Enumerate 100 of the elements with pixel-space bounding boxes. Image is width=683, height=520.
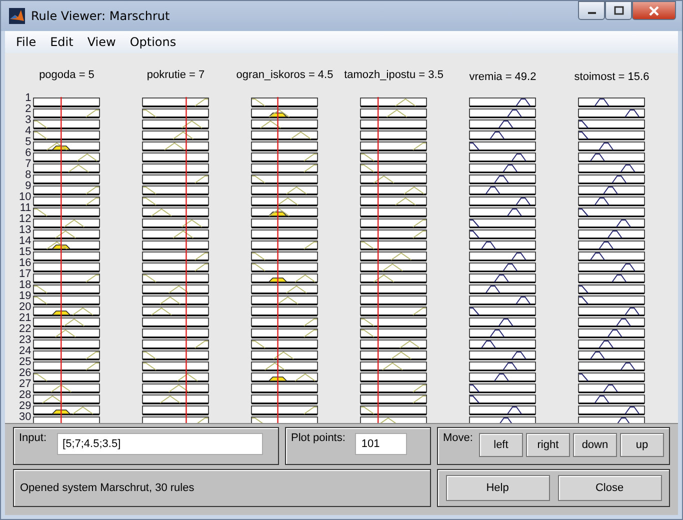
menu-item[interactable]: View bbox=[80, 33, 123, 51]
membership-plot bbox=[142, 208, 210, 218]
input-field[interactable]: [5;7;4.5;3.5] bbox=[56, 433, 263, 455]
membership-plot bbox=[469, 98, 536, 108]
membership-plot bbox=[251, 109, 318, 119]
membership-plot bbox=[578, 362, 646, 372]
rule-number: 16 bbox=[19, 258, 32, 269]
membership-plot bbox=[142, 120, 210, 130]
input-label: Input: bbox=[19, 432, 47, 444]
membership-plot bbox=[251, 230, 318, 240]
menu-item[interactable]: Edit bbox=[43, 33, 80, 51]
membership-plot bbox=[33, 373, 100, 383]
variable-label: ogran_iskoros = 4.5 bbox=[236, 69, 334, 82]
membership-plot bbox=[578, 252, 646, 262]
close-button[interactable] bbox=[632, 1, 676, 20]
rule-number: 20 bbox=[19, 302, 32, 313]
move-button[interactable]: right bbox=[526, 433, 570, 457]
rule-number: 15 bbox=[19, 247, 32, 258]
membership-plot bbox=[469, 109, 536, 118]
membership-plot bbox=[360, 351, 428, 361]
membership-plot bbox=[360, 219, 428, 229]
membership-plot bbox=[360, 329, 428, 339]
membership-plot bbox=[251, 164, 318, 174]
variable-label: vremia = 49.2 bbox=[469, 71, 536, 84]
membership-plot bbox=[142, 252, 210, 262]
membership-plot bbox=[578, 395, 646, 404]
rule-number: 26 bbox=[19, 368, 32, 379]
plot-points-label: Plot points: bbox=[291, 432, 346, 444]
membership-plot bbox=[251, 153, 318, 163]
membership-plot bbox=[578, 318, 646, 328]
membership-plot bbox=[142, 362, 210, 372]
rule-number: 6 bbox=[25, 148, 32, 159]
dialog-button[interactable]: Close bbox=[558, 475, 662, 501]
membership-plot bbox=[578, 131, 646, 140]
membership-plot bbox=[33, 384, 100, 394]
membership-plot bbox=[578, 307, 646, 316]
membership-plot bbox=[33, 263, 100, 273]
menu-item[interactable]: Options bbox=[122, 33, 184, 51]
move-button[interactable]: down bbox=[572, 433, 617, 457]
membership-plot bbox=[360, 98, 428, 108]
plot-points-field[interactable]: 101 bbox=[355, 433, 408, 455]
rule-number: 14 bbox=[19, 236, 32, 247]
membership-plot bbox=[33, 296, 100, 306]
membership-plot bbox=[469, 142, 536, 152]
membership-plot bbox=[469, 318, 536, 328]
menu-item[interactable]: File bbox=[9, 33, 44, 51]
membership-plot bbox=[142, 373, 210, 383]
membership-plot bbox=[360, 241, 428, 251]
membership-plot bbox=[360, 263, 428, 273]
rule-number: 17 bbox=[19, 269, 32, 280]
membership-plot bbox=[142, 241, 210, 251]
membership-plot bbox=[33, 164, 100, 174]
rule-number: 11 bbox=[20, 203, 32, 214]
membership-plot bbox=[469, 296, 536, 306]
membership-plot bbox=[33, 252, 100, 262]
membership-plot bbox=[33, 142, 100, 152]
membership-plot bbox=[360, 252, 428, 262]
membership-plot bbox=[360, 307, 428, 317]
rule-number: 3 bbox=[25, 115, 32, 126]
membership-plot bbox=[142, 263, 210, 273]
membership-plot bbox=[469, 219, 536, 228]
membership-plot bbox=[469, 351, 536, 360]
membership-plot bbox=[251, 373, 318, 383]
membership-plot bbox=[251, 340, 318, 350]
rule-number: 4 bbox=[25, 126, 32, 137]
membership-plot bbox=[360, 164, 428, 174]
membership-plot bbox=[360, 340, 428, 350]
membership-plot bbox=[578, 142, 646, 152]
rule-number: 8 bbox=[25, 170, 32, 181]
membership-plot bbox=[251, 362, 318, 372]
dialog-button[interactable]: Help bbox=[446, 475, 550, 501]
rule-number: 12 bbox=[19, 214, 32, 225]
membership-plot bbox=[142, 186, 210, 196]
membership-plot bbox=[578, 208, 646, 218]
variable-label: pogoda = 5 bbox=[39, 69, 94, 82]
membership-plot bbox=[33, 120, 100, 130]
membership-plot bbox=[142, 197, 210, 207]
membership-plot bbox=[33, 307, 100, 317]
membership-plot bbox=[33, 230, 100, 240]
membership-plot bbox=[360, 395, 428, 405]
membership-plot bbox=[251, 120, 318, 130]
membership-plot bbox=[360, 142, 428, 152]
move-button[interactable]: left bbox=[478, 433, 523, 457]
move-button[interactable]: up bbox=[620, 433, 664, 457]
membership-plot bbox=[33, 98, 100, 108]
membership-plot bbox=[578, 263, 646, 272]
membership-plot bbox=[33, 362, 100, 372]
membership-plot bbox=[33, 340, 100, 350]
membership-plot bbox=[251, 329, 318, 339]
window-title: Rule Viewer: Marschrut bbox=[31, 9, 170, 23]
maximize-button[interactable] bbox=[605, 1, 632, 20]
rule-number: 27 bbox=[19, 379, 32, 390]
membership-plot bbox=[360, 296, 428, 306]
minimize-button[interactable] bbox=[578, 1, 605, 20]
membership-plot bbox=[251, 296, 318, 306]
membership-plot bbox=[578, 329, 646, 338]
membership-plot bbox=[578, 98, 646, 108]
membership-plot bbox=[578, 109, 646, 118]
membership-plot bbox=[33, 208, 100, 218]
membership-plot bbox=[142, 285, 210, 295]
